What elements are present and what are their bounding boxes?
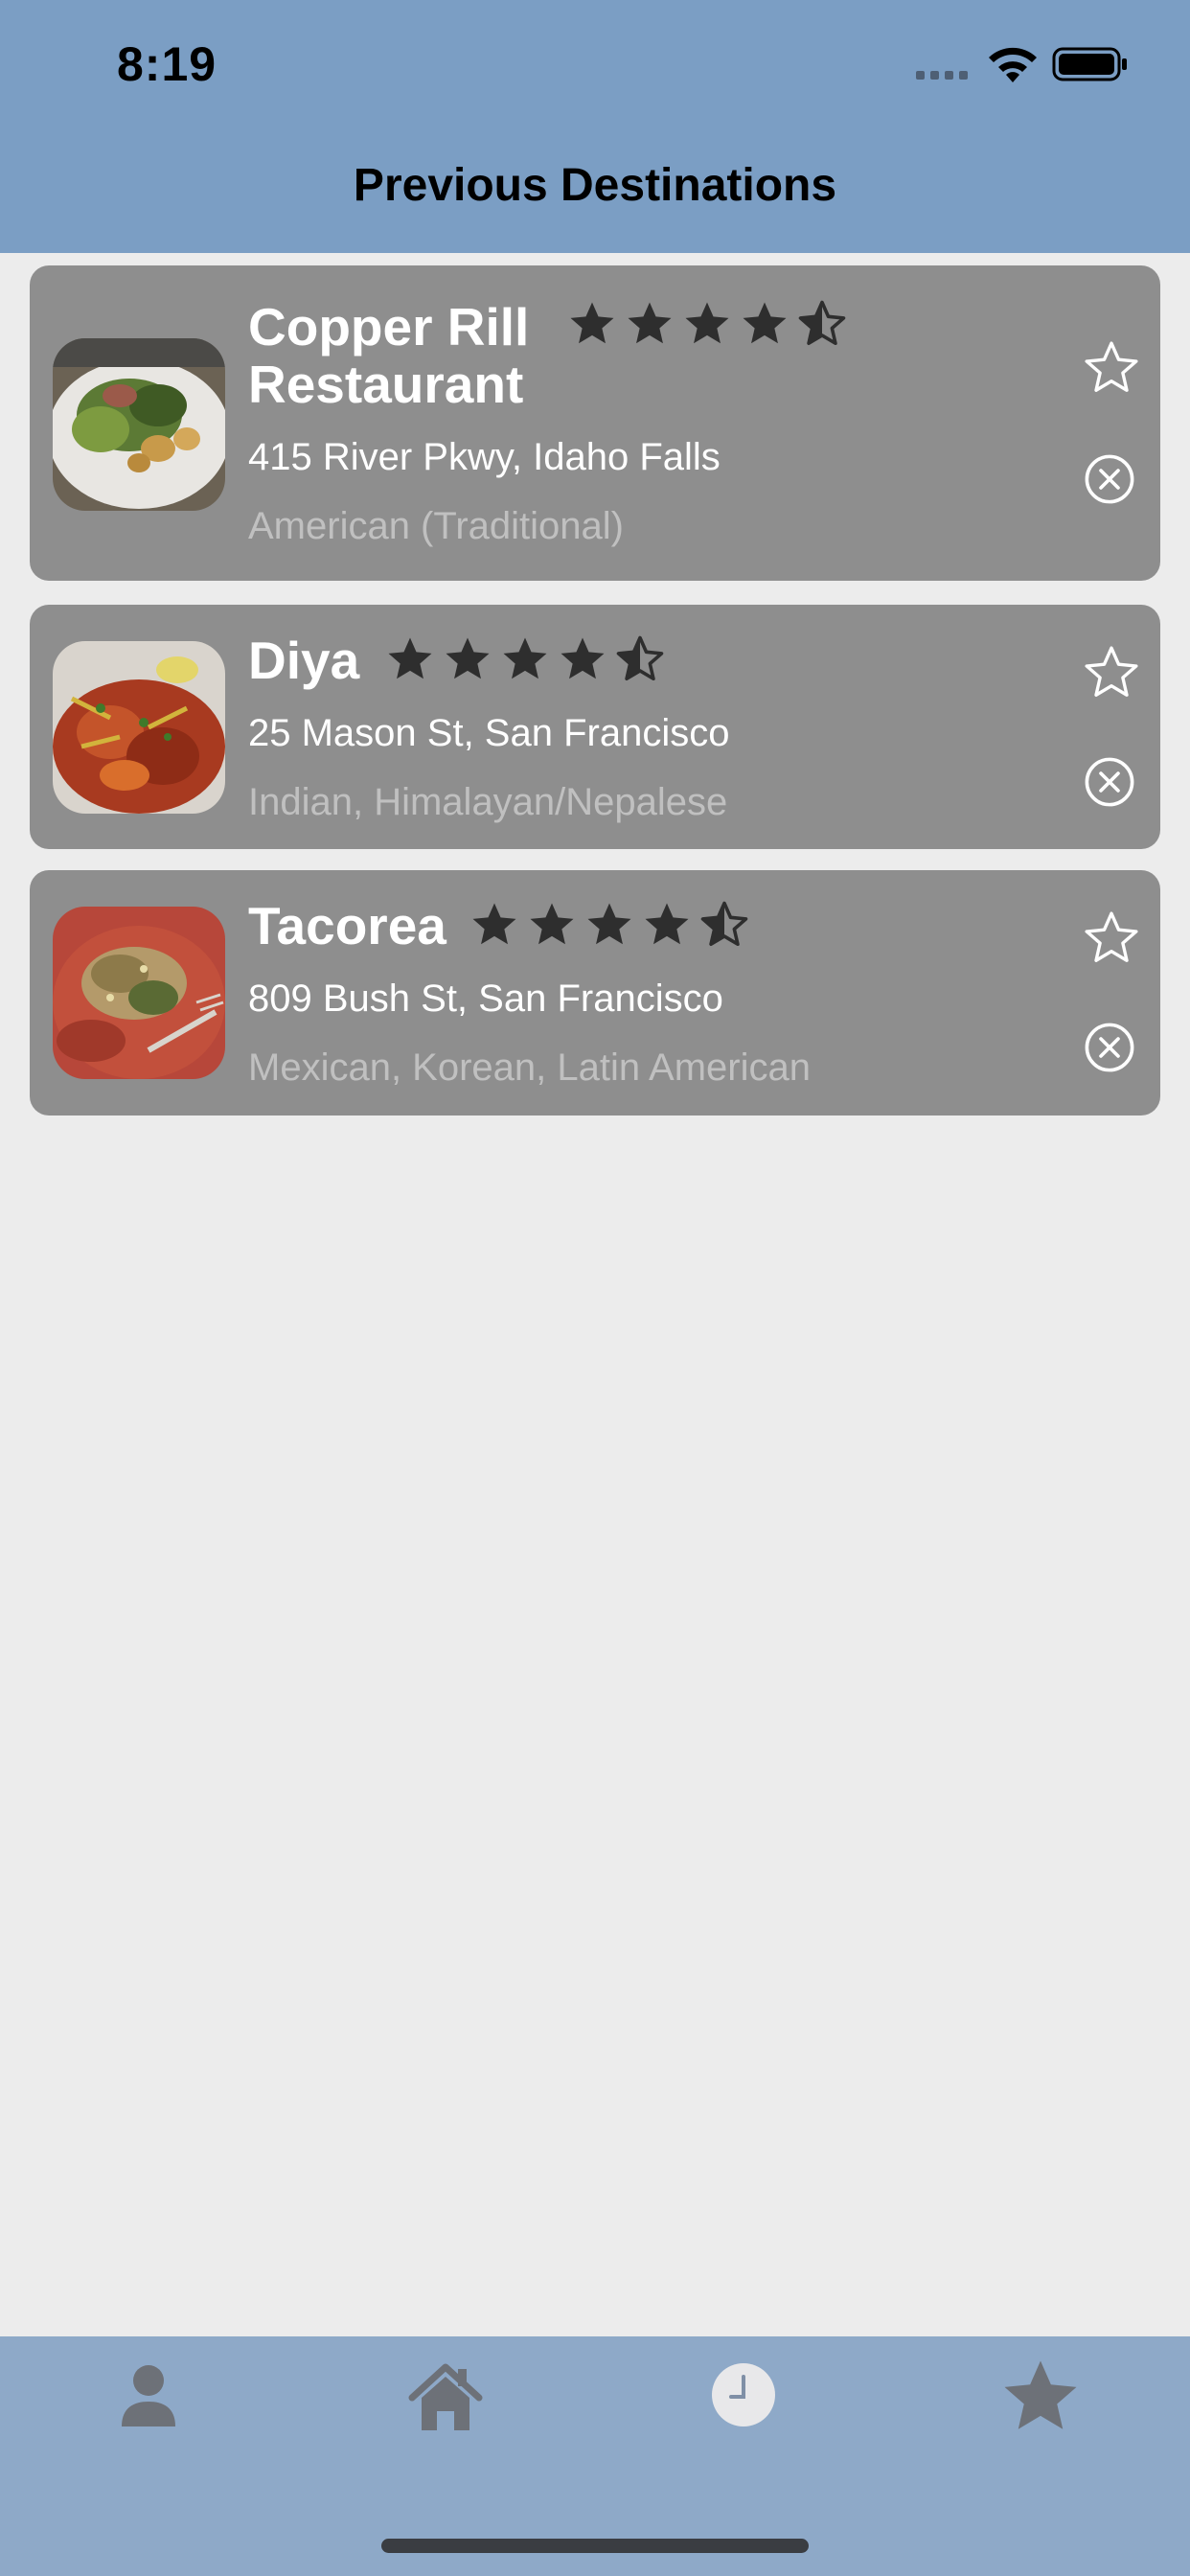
battery-icon [1052,45,1129,83]
wifi-icon [983,46,1042,84]
remove-circle-x-icon[interactable] [1084,1022,1135,1073]
star-half-icon [616,635,664,681]
rating-stars [384,633,666,685]
home-indicator[interactable] [381,2539,809,2553]
remove-circle-x-icon[interactable] [1084,453,1135,505]
status-time: 8:19 [117,37,217,91]
restaurant-photo [53,907,225,1079]
star-half-icon [798,300,846,346]
home-icon [408,2363,483,2430]
favorite-star-icon[interactable] [1082,338,1141,398]
favorite-star-icon[interactable] [1082,908,1141,968]
star-filled-icon [503,637,547,679]
remove-circle-x-icon[interactable] [1084,756,1135,808]
clock-icon [712,2363,775,2426]
star-filled-icon [587,903,631,945]
star-filled-icon [561,637,605,679]
rating-stars [566,298,848,350]
restaurant-card[interactable]: Copper Rill Restaurant 415 River Pkwy, I… [30,265,1160,581]
tab-profile[interactable] [105,2354,192,2440]
restaurant-cuisine: American (Traditional) [248,505,624,547]
restaurant-name[interactable]: Tacorea [248,897,446,954]
star-filled-icon [645,903,689,945]
person-icon [122,2365,175,2426]
restaurant-cuisine: Indian, Himalayan/Nepalese [248,781,728,823]
star-filled-icon [472,903,516,945]
star-filled-icon [570,302,614,344]
page-title: Previous Destinations [353,160,837,211]
star-icon [1004,2360,1077,2429]
star-filled-icon [446,637,490,679]
restaurant-address: 415 River Pkwy, Idaho Falls [248,436,721,478]
restaurant-photo [53,641,225,814]
favorite-star-icon[interactable] [1082,643,1141,702]
restaurant-name[interactable]: Diya [248,632,359,689]
restaurant-cuisine: Mexican, Korean, Latin American [248,1046,811,1089]
cellular-signal-icon [916,71,968,80]
tab-favorites[interactable] [997,2354,1084,2440]
navigation-bar: 8:19 Previous Destinations [0,0,1190,253]
restaurant-name[interactable]: Copper Rill Restaurant [248,298,555,413]
restaurant-photo [53,338,225,511]
star-filled-icon [743,302,787,344]
restaurant-address: 25 Mason St, San Francisco [248,712,730,754]
tab-history[interactable] [700,2354,787,2440]
star-half-icon [700,901,748,947]
star-filled-icon [530,903,574,945]
star-filled-icon [388,637,432,679]
tab-home[interactable] [402,2354,489,2440]
rating-stars [469,899,750,951]
restaurant-address: 809 Bush St, San Francisco [248,978,723,1020]
star-filled-icon [685,302,729,344]
star-filled-icon [628,302,672,344]
restaurant-card[interactable]: Tacorea 809 Bush St, San Francisco Mexic… [30,870,1160,1116]
restaurant-card[interactable]: Diya 25 Mason St, San Francisco Indian, … [30,605,1160,849]
